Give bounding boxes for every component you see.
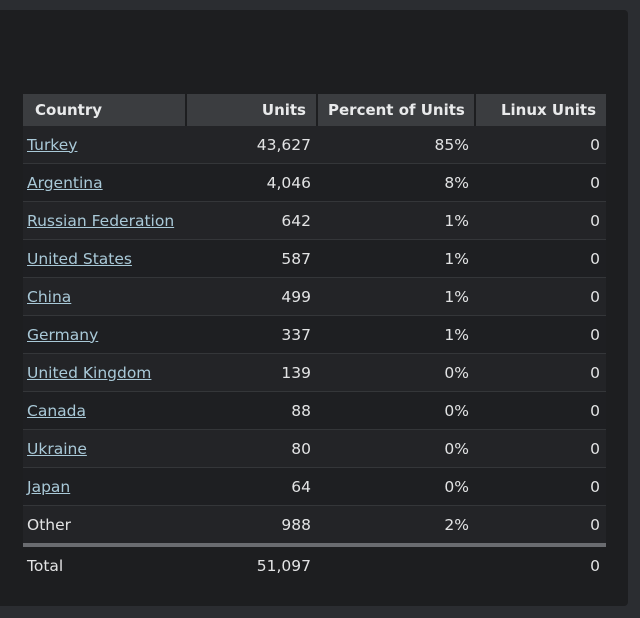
table-row: United Kingdom 139 0% 0: [23, 353, 606, 392]
table-row: United States 587 1% 0: [23, 239, 606, 278]
table-row: Argentina 4,046 8% 0: [23, 163, 606, 202]
country-link[interactable]: Turkey: [27, 136, 77, 154]
percent-cell: 1%: [317, 277, 475, 316]
units-cell: 642: [186, 201, 317, 240]
sales-by-country-panel: Country Units Percent of Units Linux Uni…: [0, 10, 628, 606]
linux-units-cell: 0: [475, 353, 606, 392]
total-row: Total 51,097 0: [23, 545, 606, 585]
units-cell: 587: [186, 239, 317, 278]
table-row: Ukraine 80 0% 0: [23, 429, 606, 468]
country-cell: Japan: [23, 467, 186, 506]
table-row: Turkey 43,627 85% 0: [23, 126, 606, 164]
table-row: China 499 1% 0: [23, 277, 606, 316]
total-percent-empty: [317, 545, 475, 585]
linux-units-cell: 0: [475, 277, 606, 316]
linux-units-cell: 0: [475, 467, 606, 506]
linux-units-cell: 0: [475, 429, 606, 468]
country-link[interactable]: Germany: [27, 326, 98, 344]
percent-cell: 0%: [317, 429, 475, 468]
table-row: Russian Federation 642 1% 0: [23, 201, 606, 240]
linux-units-cell: 0: [475, 315, 606, 354]
percent-cell: 1%: [317, 315, 475, 354]
linux-units-cell: 0: [475, 239, 606, 278]
total-linux-units: 0: [475, 545, 606, 585]
country-cell: Canada: [23, 391, 186, 430]
other-percent: 2%: [317, 505, 475, 547]
country-link[interactable]: Argentina: [27, 174, 103, 192]
percent-cell: 0%: [317, 391, 475, 430]
country-link[interactable]: Japan: [27, 478, 70, 496]
units-cell: 139: [186, 353, 317, 392]
units-cell: 337: [186, 315, 317, 354]
units-cell: 499: [186, 277, 317, 316]
column-header-linux-units[interactable]: Linux Units: [475, 94, 606, 126]
country-cell: Germany: [23, 315, 186, 354]
column-header-percent[interactable]: Percent of Units: [317, 94, 476, 126]
linux-units-cell: 0: [475, 126, 606, 164]
percent-cell: 1%: [317, 239, 475, 278]
country-link[interactable]: Canada: [27, 402, 86, 420]
units-cell: 88: [186, 391, 317, 430]
table-row: Japan 64 0% 0: [23, 467, 606, 506]
units-cell: 4,046: [186, 163, 317, 202]
country-cell: Argentina: [23, 163, 186, 202]
total-label: Total: [23, 545, 186, 585]
country-cell: United Kingdom: [23, 353, 186, 392]
country-link[interactable]: China: [27, 288, 71, 306]
linux-units-cell: 0: [475, 391, 606, 430]
other-label: Other: [23, 505, 186, 547]
units-cell: 64: [186, 467, 317, 506]
table-header-row: Country Units Percent of Units Linux Uni…: [23, 94, 606, 126]
percent-cell: 8%: [317, 163, 475, 202]
country-link[interactable]: Ukraine: [27, 440, 87, 458]
country-link[interactable]: United Kingdom: [27, 364, 151, 382]
percent-cell: 0%: [317, 467, 475, 506]
country-link[interactable]: Russian Federation: [27, 212, 174, 230]
linux-units-cell: 0: [475, 201, 606, 240]
units-cell: 43,627: [186, 126, 317, 164]
country-link[interactable]: United States: [27, 250, 132, 268]
percent-cell: 1%: [317, 201, 475, 240]
other-linux-units: 0: [475, 505, 606, 547]
percent-cell: 85%: [317, 126, 475, 164]
country-cell: Russian Federation: [23, 201, 186, 240]
column-header-units[interactable]: Units: [186, 94, 318, 126]
table-row: Canada 88 0% 0: [23, 391, 606, 430]
table-row: Germany 337 1% 0: [23, 315, 606, 354]
other-row: Other 988 2% 0: [23, 505, 606, 547]
other-units: 988: [186, 505, 317, 547]
country-cell: United States: [23, 239, 186, 278]
total-units: 51,097: [186, 545, 317, 585]
linux-units-cell: 0: [475, 163, 606, 202]
units-cell: 80: [186, 429, 317, 468]
country-units-table: Country Units Percent of Units Linux Uni…: [23, 94, 606, 585]
column-header-country[interactable]: Country: [23, 94, 187, 126]
country-table-wrapper: Country Units Percent of Units Linux Uni…: [23, 94, 606, 585]
country-cell: China: [23, 277, 186, 316]
country-cell: Turkey: [23, 126, 186, 164]
percent-cell: 0%: [317, 353, 475, 392]
country-cell: Ukraine: [23, 429, 186, 468]
